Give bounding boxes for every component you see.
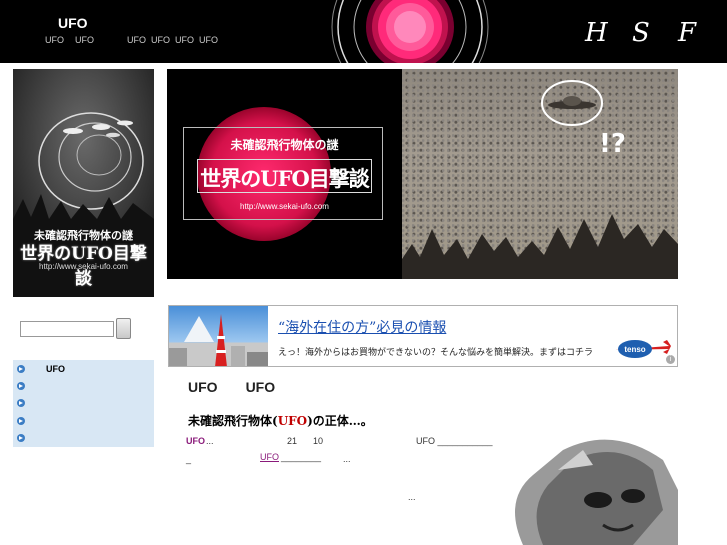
- side-menu: UFO: [13, 360, 154, 447]
- ufo-icon: [541, 80, 603, 126]
- ad-description: えっ！海外からはお買物ができないの？そんな悩みを簡単解決。まずはコチラ: [278, 347, 594, 357]
- ad-banner[interactable]: “海外在住の方”必見の情報 えっ！海外からはお買物ができないの？そんな悩みを簡単…: [168, 305, 678, 367]
- main-banner-logo-panel: 未確認飛行物体の謎 世界のUFO目撃談 http://www.sekai-ufo…: [167, 69, 402, 279]
- article-heading-post: )の正体…。: [307, 414, 373, 428]
- header-letter[interactable]: H: [585, 18, 608, 48]
- article-header-right: UFO: [245, 379, 276, 395]
- header-disc-graphic: [331, 0, 489, 63]
- site-header: UFO UFO UFO UFO UFO UFO UFO H S F: [0, 0, 727, 63]
- search-button[interactable]: [116, 318, 131, 339]
- article-text: UFO ___________: [416, 436, 493, 446]
- left-banner-url: http://www.sekai-ufo.com: [39, 262, 128, 271]
- article-header-left: UFO: [188, 379, 218, 395]
- arrow-circle-icon: [17, 399, 25, 408]
- header-nav-link[interactable]: UFO: [127, 35, 146, 45]
- alien-photo: [503, 430, 678, 545]
- side-menu-item[interactable]: [13, 395, 154, 412]
- header-nav-link[interactable]: UFO: [175, 35, 194, 45]
- article-text: _: [186, 454, 192, 464]
- article-number: 10: [313, 436, 324, 446]
- arrow-circle-icon: [17, 416, 25, 425]
- site-title[interactable]: UFO: [58, 15, 88, 31]
- article-link-ufo[interactable]: UFO: [186, 436, 205, 446]
- ad-logo-plane-icon: tenso: [615, 340, 671, 358]
- ad-info-icon[interactable]: i: [666, 355, 675, 364]
- main-banner-title-large: 世界のUFO目撃談: [200, 166, 370, 191]
- main-banner-url: http://www.sekai-ufo.com: [240, 202, 329, 211]
- side-menu-item-label: UFO: [46, 363, 65, 374]
- tree-silhouette-graphic: [402, 214, 678, 279]
- ad-headline-link[interactable]: “海外在住の方”必見の情報: [278, 317, 446, 337]
- left-banner-image[interactable]: 未確認飛行物体の謎 世界のUFO目撃談 http://www.sekai-ufo…: [13, 69, 154, 297]
- article-heading: 未確認飛行物体(UFO)の正体…。: [188, 412, 373, 429]
- main-banner[interactable]: 未確認飛行物体の謎 世界のUFO目撃談 http://www.sekai-ufo…: [167, 69, 678, 279]
- banner-exclaim-mark: !?: [599, 129, 626, 159]
- side-menu-item[interactable]: [13, 412, 154, 429]
- header-nav-link[interactable]: UFO: [75, 35, 94, 45]
- ad-tokyo-tower-image: [169, 306, 268, 366]
- header-letter[interactable]: S: [632, 18, 650, 48]
- arrow-circle-icon: [17, 364, 25, 373]
- article-heading-pre: 未確認飛行物体(: [188, 414, 278, 428]
- article-number: 21: [287, 436, 298, 446]
- svg-text:tenso: tenso: [624, 345, 645, 354]
- search-input[interactable]: [20, 321, 114, 337]
- article-heading-ufo: UFO: [277, 414, 308, 428]
- header-nav-link[interactable]: UFO: [45, 35, 64, 45]
- header-nav-link[interactable]: UFO: [199, 35, 218, 45]
- header-nav-link[interactable]: UFO: [151, 35, 170, 45]
- article-ellipsis: ...: [206, 436, 214, 446]
- arrow-circle-icon: [17, 434, 25, 443]
- side-menu-item[interactable]: [13, 377, 154, 394]
- side-menu-item[interactable]: [13, 430, 154, 447]
- header-letter[interactable]: F: [678, 18, 696, 48]
- article-section-header: UFO UFO: [188, 379, 275, 395]
- article-ellipsis: ...: [408, 492, 416, 502]
- article-ellipsis: ...: [343, 454, 351, 464]
- main-banner-title-small: 未確認飛行物体の謎: [230, 138, 339, 152]
- header-nav: UFO UFO UFO UFO UFO UFO: [45, 35, 229, 45]
- side-menu-item[interactable]: UFO: [13, 360, 154, 377]
- article-link-ufo[interactable]: UFO: [260, 452, 279, 462]
- arrow-circle-icon: [17, 382, 25, 391]
- article-text: ________: [281, 452, 322, 462]
